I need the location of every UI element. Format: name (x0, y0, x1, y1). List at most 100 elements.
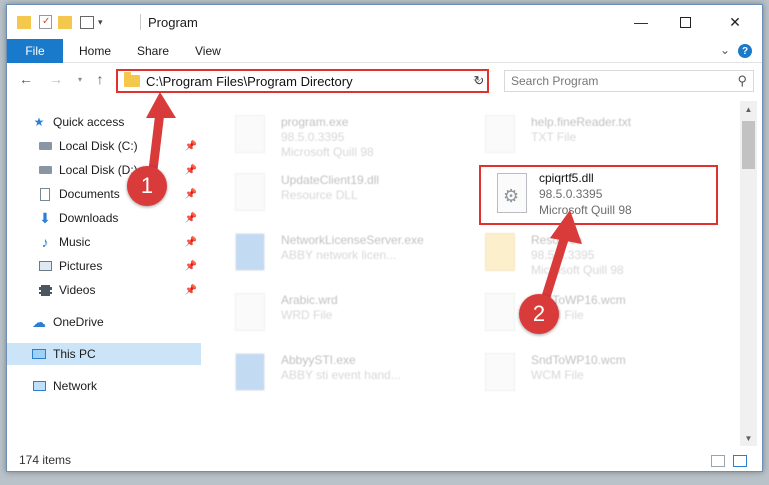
documents-icon (37, 186, 53, 202)
file-item[interactable]: Arabic.wrd WRD File (215, 285, 465, 343)
folder-icon (485, 233, 515, 271)
file-type: ABBY network licen... (281, 248, 397, 262)
sidebar-item-documents[interactable]: Documents 📌 (37, 183, 201, 205)
explorer-window: ✓ ▾ Program — ✕ File Home Share View ⌄ ?… (6, 4, 763, 472)
computer-icon (31, 346, 47, 362)
vertical-scrollbar[interactable]: ▲ ▼ (740, 101, 757, 446)
file-item[interactable]: SndToWP16.wcm WCM File (465, 285, 715, 343)
file-type: WCM File (531, 368, 584, 382)
txt-icon (485, 115, 515, 153)
file-item[interactable]: program.exe 98.5.0.3395 Microsoft Quill … (215, 107, 465, 165)
sidebar-item-local-disk-c[interactable]: Local Disk (C:) 📌 (37, 135, 201, 157)
new-folder-icon[interactable] (58, 15, 72, 29)
maximize-button[interactable] (663, 9, 707, 35)
file-item[interactable]: AbbyySTI.exe ABBY sti event hand... (215, 345, 465, 403)
forward-button[interactable]: → (47, 70, 65, 88)
sidebar-item-pictures[interactable]: Pictures 📌 (37, 255, 201, 277)
recent-locations-button[interactable]: ▾ (71, 70, 89, 88)
properties-icon[interactable]: ✓ (39, 15, 52, 29)
drive-icon (37, 138, 53, 154)
exe-icon (235, 353, 265, 391)
file-type: WRD File (281, 308, 333, 322)
file-company: Microsoft Quill 98 (531, 263, 624, 277)
file-type: ABBY sti event hand... (281, 368, 401, 382)
cloud-icon: ☁ (32, 313, 46, 330)
folder-icon[interactable] (17, 15, 31, 29)
scroll-down-icon[interactable]: ▼ (740, 430, 757, 446)
maximize-icon (679, 16, 691, 28)
file-name: AbbyySTI.exe (281, 353, 356, 367)
sidebar-item-music[interactable]: ♪ Music 📌 (37, 231, 201, 253)
file-item[interactable]: help.fineReader.txt TXT File (465, 107, 715, 165)
pin-icon[interactable]: 📌 (185, 141, 197, 152)
pin-icon[interactable]: 📌 (185, 237, 197, 248)
up-button[interactable]: ↑ (91, 70, 109, 88)
sidebar-item-downloads[interactable]: ⬇ Downloads 📌 (37, 207, 201, 229)
sidebar-item-quick-access[interactable]: ★ Quick access (31, 111, 201, 133)
sidebar-item-videos[interactable]: Videos 📌 (37, 279, 201, 301)
file-item[interactable]: SndToWP10.wcm WCM File (465, 345, 715, 403)
sidebar-item-label: Documents (59, 187, 120, 201)
window-title: Program (148, 15, 198, 30)
star-icon: ★ (33, 115, 45, 129)
sidebar-item-label: OneDrive (53, 315, 104, 329)
pin-icon[interactable]: 📌 (185, 285, 197, 296)
address-bar[interactable]: C:\Program Files\Program Directory ⌵ (116, 69, 489, 93)
file-item[interactable]: Resource 98.5.0.3395 Microsoft Quill 98 (465, 225, 715, 283)
pin-icon[interactable]: 📌 (185, 165, 197, 176)
quick-access-toolbar: ✓ ▾ (17, 13, 103, 31)
sidebar-item-network[interactable]: Network (31, 375, 201, 397)
scroll-thumb[interactable] (742, 121, 755, 169)
file-version: 98.5.0.3395 (539, 187, 603, 201)
sidebar-item-local-disk-d[interactable]: Local Disk (D:) 📌 (37, 159, 201, 181)
tab-share[interactable]: Share (137, 44, 169, 58)
pictures-icon (37, 258, 53, 274)
tab-home[interactable]: Home (79, 44, 111, 58)
file-type: Resource DLL (281, 188, 358, 202)
file-name: Resource (531, 233, 583, 247)
address-path[interactable]: C:\Program Files\Program Directory (146, 74, 353, 89)
download-icon: ⬇ (39, 209, 51, 226)
file-icon (485, 353, 515, 391)
file-icon (235, 293, 265, 331)
expand-ribbon-icon[interactable]: ⌄ (720, 43, 730, 57)
search-input[interactable]: Search Program (511, 74, 598, 88)
sidebar-item-label: Downloads (59, 211, 119, 225)
file-list: program.exe 98.5.0.3395 Microsoft Quill … (215, 101, 740, 446)
tab-file[interactable]: File (7, 39, 63, 63)
back-button[interactable]: ← (17, 70, 35, 88)
refresh-button[interactable]: ↻ (469, 72, 489, 90)
exe-icon (235, 115, 265, 153)
sidebar-item-onedrive[interactable]: ☁ OneDrive (31, 311, 201, 333)
customize-toolbar-icon[interactable] (80, 15, 94, 29)
file-item[interactable]: NetworkLicenseServer.exe ABBY network li… (215, 225, 465, 283)
gear-icon: ⚙ (503, 186, 520, 206)
sidebar-item-label: Local Disk (D:) (59, 163, 138, 177)
search-box[interactable]: Search Program ⚲ (504, 70, 754, 92)
search-icon: ⚲ (737, 73, 747, 88)
minimize-icon: — (634, 14, 648, 30)
drive-icon (37, 162, 53, 178)
highlighted-file-item[interactable]: ⚙ cpiqrtf5.dll 98.5.0.3395 Microsoft Qui… (479, 165, 718, 225)
exe-icon (235, 233, 265, 271)
pin-icon[interactable]: 📌 (185, 189, 197, 200)
pin-icon[interactable]: 📌 (185, 213, 197, 224)
close-button[interactable]: ✕ (713, 9, 757, 35)
sidebar-item-label: Music (59, 235, 91, 249)
scroll-up-icon[interactable]: ▲ (740, 101, 757, 117)
minimize-button[interactable]: — (619, 9, 663, 35)
folder-icon (124, 72, 140, 87)
pin-icon[interactable]: 📌 (185, 261, 197, 272)
tab-view[interactable]: View (195, 44, 221, 58)
file-item[interactable]: UpdateClient19.dll Resource DLL (215, 165, 465, 223)
sidebar-item-this-pc[interactable]: This PC (7, 343, 201, 365)
chevron-down-icon[interactable]: ▾ (98, 17, 103, 28)
file-name: SndToWP10.wcm (531, 353, 626, 367)
details-view-icon[interactable] (711, 455, 725, 467)
network-icon (31, 378, 47, 394)
large-icons-view-icon[interactable] (733, 455, 747, 467)
close-icon: ✕ (729, 13, 741, 30)
forward-arrow-icon: → (49, 71, 63, 87)
dll-icon (235, 173, 265, 211)
help-icon[interactable]: ? (738, 44, 752, 58)
